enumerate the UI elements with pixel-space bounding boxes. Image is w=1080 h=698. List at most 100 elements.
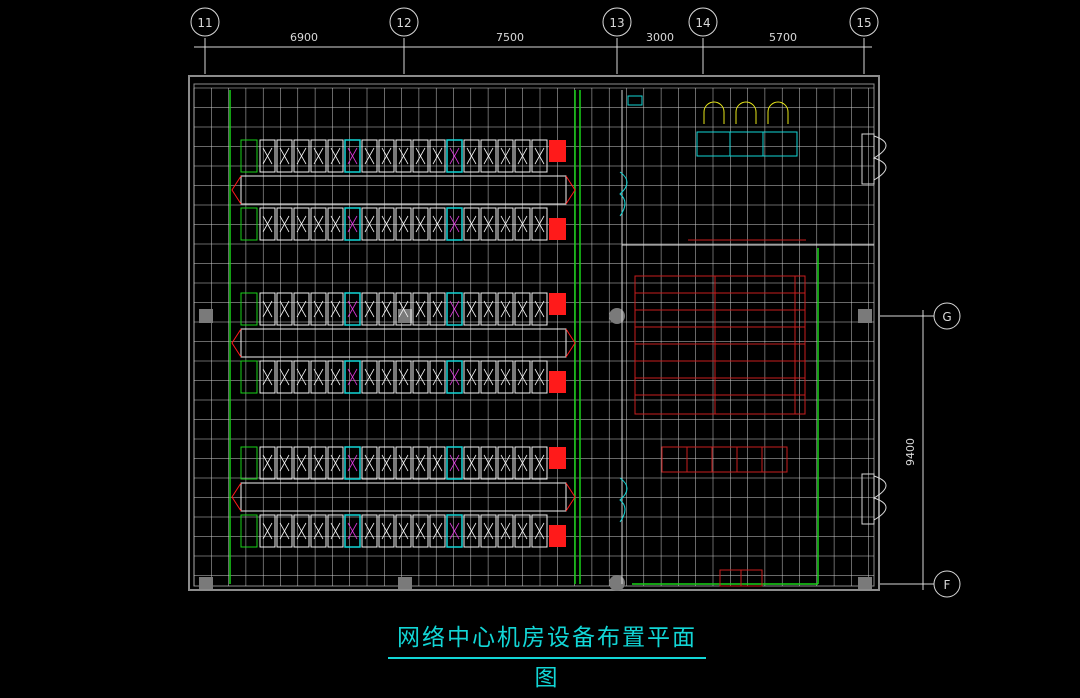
dimension-right: 9400 [904,438,917,466]
cabinet-mark [364,147,375,165]
cabinet-mark [347,454,358,472]
cabinet-mark [466,300,477,318]
cabinet-mark [534,368,545,386]
axis-label-G: G [942,310,951,324]
cabinet-mark [432,147,443,165]
cabinet-mark [296,215,307,233]
ups-battery-layout [634,239,806,587]
cabinet-mark [449,215,460,233]
cabinet-mark [296,147,307,165]
cabinet-mark [449,368,460,386]
aisle-door [565,482,576,512]
cabinet-mark [381,454,392,472]
title-underline [388,657,706,659]
axis-label-11: 11 [197,16,212,30]
cabinet-mark [534,454,545,472]
cabinet-mark [534,215,545,233]
cabinet-row-3 [231,446,576,548]
cabinet-mark [347,147,358,165]
floor-plan-drawing: 11 12 13 14 15 6900 7500 3000 5700 G F 9… [188,7,961,598]
cabinet-mark [483,300,494,318]
cabinet-mark [364,368,375,386]
air-conditioner-unit [549,371,566,393]
dimension-top-3: 3000 [646,31,674,44]
cabinet-mark [279,215,290,233]
cabinet-mark [449,147,460,165]
cabinet-mark [347,300,358,318]
server-cabinet-rows [231,139,576,548]
cabinet-mark [415,215,426,233]
cabinet-mark [466,368,477,386]
aisle-door [565,328,576,358]
cabinet-mark [398,215,409,233]
air-conditioner-unit [549,525,566,547]
cabinet-row-1 [231,139,576,241]
dimension-top-1: 6900 [290,31,318,44]
dimension-top-4: 5700 [769,31,797,44]
cabinet-mark [483,368,494,386]
cabinet-mark [466,454,477,472]
cold-aisle-enclosure [240,482,567,512]
axis-label-12: 12 [396,16,411,30]
air-conditioner-unit [549,218,566,240]
cabinet-mark [483,215,494,233]
cabinet-mark [279,300,290,318]
power-cabinet [240,139,258,173]
power-cabinet [240,207,258,241]
cabinet-mark [449,454,460,472]
precision-air-conditioners [619,95,798,523]
air-conditioner-unit [549,447,566,469]
dimension-top-2: 7500 [496,31,524,44]
cabinet-mark [466,215,477,233]
cold-aisle-enclosure [240,328,567,358]
aisle-door [231,328,242,358]
cabinet-mark [364,454,375,472]
drawing-title: 网络中心机房设备布置平面图 [397,625,697,691]
cabinet-mark [279,147,290,165]
cabinet-mark [262,368,273,386]
power-cabinet [240,514,258,548]
row-axis-markers [880,302,961,598]
cabinet-mark [398,147,409,165]
cabinet-mark [483,147,494,165]
cabinet-mark [534,300,545,318]
cabinet-mark [449,300,460,318]
cabinet-mark [415,147,426,165]
cabinet-mark [279,368,290,386]
cabinet-row-2 [231,292,576,394]
cabinet-mark [415,368,426,386]
cabinet-mark [381,300,392,318]
power-cabinet [240,292,258,326]
cabinet-mark [483,454,494,472]
aisle-door [231,175,242,205]
aisle-door [231,482,242,512]
cabinet-mark [296,454,307,472]
axis-label-14: 14 [695,16,710,30]
axis-label-15: 15 [856,16,871,30]
power-cabinet [240,446,258,480]
cabinet-mark [262,300,273,318]
cabinet-mark [296,368,307,386]
cabinet-mark [381,215,392,233]
cabinet-mark [381,147,392,165]
cabinet-mark [466,147,477,165]
cabinet-mark [432,454,443,472]
air-conditioner-unit [549,293,566,315]
cabinet-mark [364,215,375,233]
cabinet-mark [534,147,545,165]
axis-label-13: 13 [609,16,624,30]
cabinet-mark [262,215,273,233]
cabinet-mark [262,454,273,472]
air-conditioner-unit [549,140,566,162]
cabinet-mark [347,215,358,233]
cabinet-mark [398,368,409,386]
cabinet-mark [432,300,443,318]
cabinet-mark [262,147,273,165]
cabinet-mark [364,300,375,318]
axis-label-F: F [944,578,951,592]
partition-lines [229,90,819,585]
cabinet-mark [415,454,426,472]
cold-aisle-enclosure [240,175,567,205]
cabinet-mark [415,300,426,318]
aisle-door [565,175,576,205]
